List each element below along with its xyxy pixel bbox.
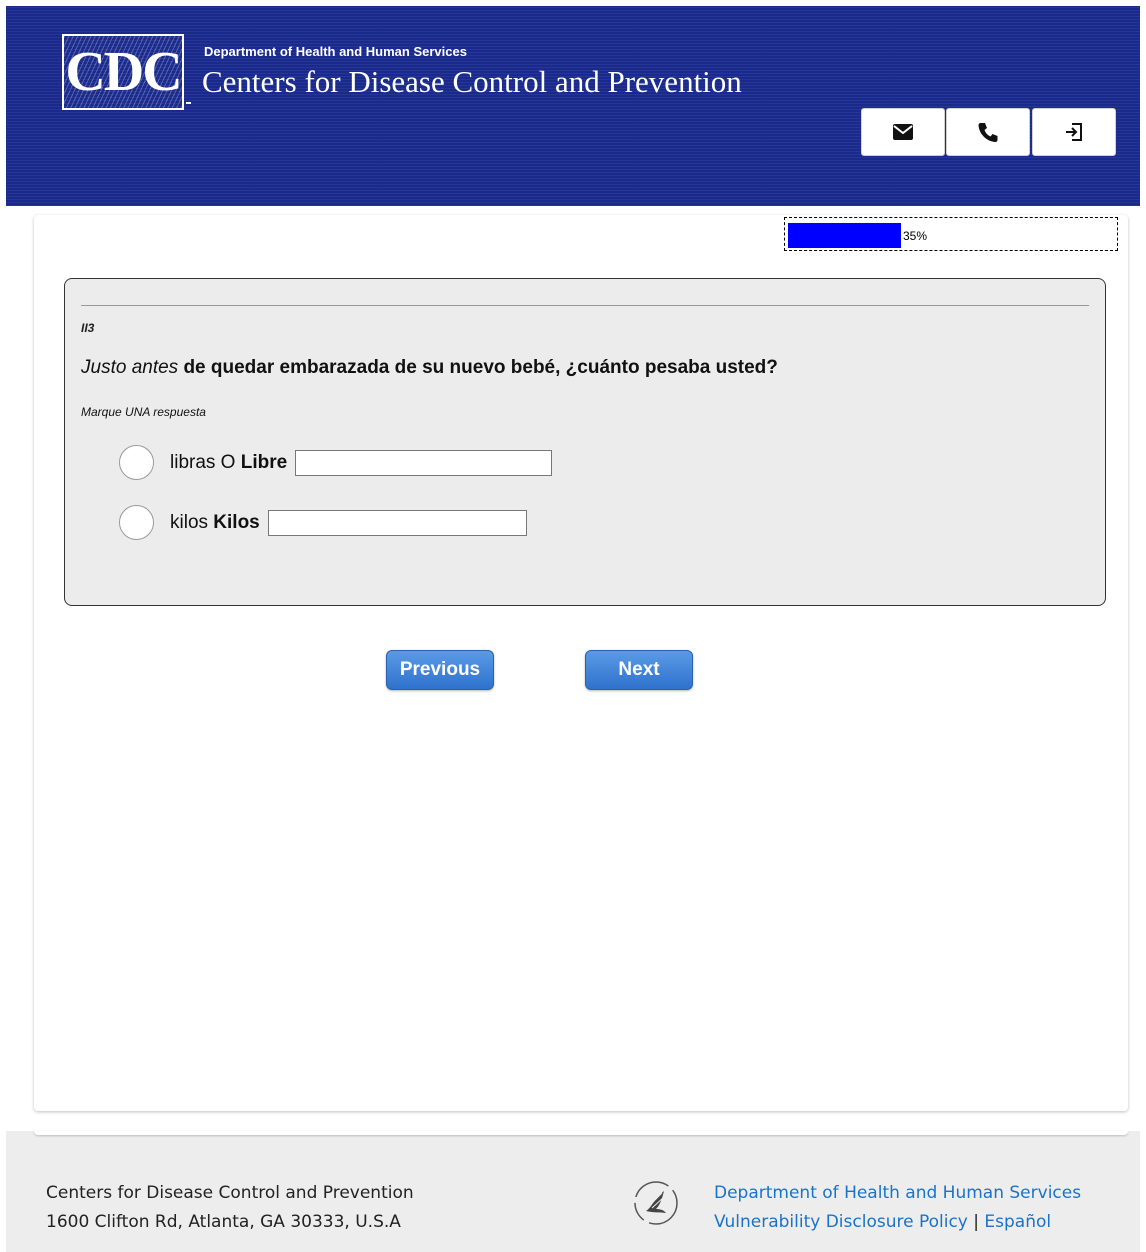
next-button[interactable]: Next: [585, 650, 693, 690]
question-text: Justo antes de quedar embarazada de su n…: [81, 357, 778, 379]
exit-icon: [1063, 121, 1085, 143]
phone-icon: [977, 121, 999, 143]
logo-text: CDC: [65, 41, 182, 103]
agency-name: Centers for Disease Control and Preventi…: [202, 64, 742, 99]
progress-fill: [788, 223, 901, 248]
hhs-link[interactable]: Department of Health and Human Services: [714, 1183, 1081, 1203]
espanol-link[interactable]: Español: [984, 1212, 1051, 1232]
progress-label: 35%: [903, 229, 928, 243]
logo-trademark: [186, 102, 191, 104]
footer-links: Department of Health and Human Services …: [714, 1179, 1081, 1237]
question-panel: II3 Justo antes de quedar embarazada de …: [64, 278, 1106, 606]
question-text-emphasis: Justo antes: [81, 357, 179, 378]
site-footer: Centers for Disease Control and Preventi…: [6, 1131, 1140, 1252]
exit-button[interactable]: [1032, 108, 1116, 156]
previous-button[interactable]: Previous: [386, 650, 494, 690]
footer-address: 1600 Clifton Rd, Atlanta, GA 30333, U.S.…: [46, 1212, 401, 1232]
email-button[interactable]: [861, 108, 945, 156]
divider: [81, 305, 1089, 306]
radio-pounds[interactable]: [119, 445, 154, 480]
option-pounds-label: libras O Libre: [170, 451, 288, 473]
radio-kilos[interactable]: [119, 505, 154, 540]
footer-divider: [34, 1131, 1128, 1135]
option-pounds: libras O Libre: [119, 445, 553, 480]
footer-org-name: Centers for Disease Control and Preventi…: [46, 1183, 414, 1203]
phone-button[interactable]: [946, 108, 1030, 156]
site-header: CDC Department of Health and Human Servi…: [6, 6, 1140, 206]
option-kilos: kilos Kilos: [119, 505, 527, 540]
email-icon: [892, 123, 914, 141]
question-text-rest: de quedar embarazada de su nuevo bebé, ¿…: [178, 357, 778, 378]
pounds-input[interactable]: [295, 449, 553, 476]
kilos-input[interactable]: [267, 509, 527, 536]
hhs-eagle-icon[interactable]: [632, 1179, 680, 1232]
footer-link-separator: |: [973, 1212, 979, 1232]
department-name: Department of Health and Human Services: [204, 44, 467, 59]
progress-bar: 35%: [784, 217, 1118, 251]
option-kilos-label: kilos Kilos: [170, 511, 260, 533]
question-id: II3: [81, 321, 95, 335]
survey-card: 35% II3 Justo antes de quedar embarazada…: [34, 215, 1128, 1111]
footer-address-block: Centers for Disease Control and Preventi…: [46, 1179, 414, 1237]
vdp-link[interactable]: Vulnerability Disclosure Policy: [714, 1212, 968, 1232]
cdc-logo[interactable]: CDC: [62, 34, 184, 110]
question-instruction: Marque UNA respuesta: [81, 405, 206, 419]
